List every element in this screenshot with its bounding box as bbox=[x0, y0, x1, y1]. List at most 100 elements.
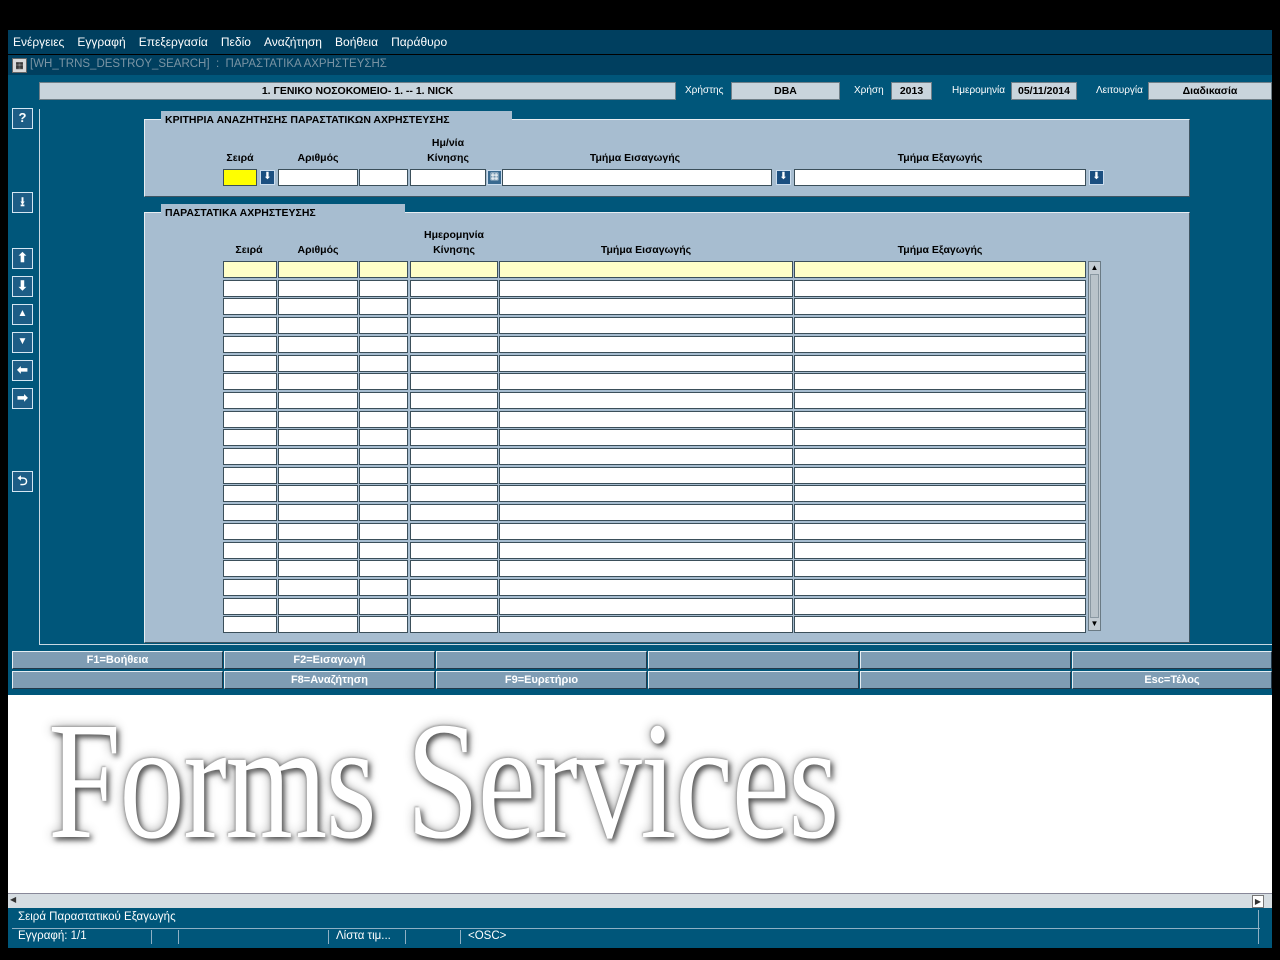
scroll-thumb[interactable] bbox=[1090, 274, 1099, 618]
row-export-dept-cell[interactable] bbox=[794, 279, 1086, 297]
row-import-dept-cell[interactable] bbox=[499, 335, 793, 353]
row-number-suffix-cell[interactable] bbox=[359, 335, 408, 353]
criteria-export-dept-input[interactable] bbox=[794, 169, 1086, 186]
row-number-suffix-cell[interactable] bbox=[359, 578, 408, 596]
row-date-cell[interactable] bbox=[410, 373, 498, 391]
row-number-cell[interactable] bbox=[278, 504, 358, 522]
row-number-cell[interactable] bbox=[278, 429, 358, 447]
help-button[interactable]: ? bbox=[12, 108, 33, 129]
scroll-up-icon[interactable]: ▲ bbox=[1090, 262, 1099, 274]
row-export-dept-cell[interactable] bbox=[794, 317, 1086, 335]
row-date-cell[interactable] bbox=[410, 466, 498, 484]
row-number-suffix-cell[interactable] bbox=[359, 373, 408, 391]
row-date-cell[interactable] bbox=[410, 279, 498, 297]
row-number-cell[interactable] bbox=[278, 354, 358, 372]
row-number-suffix-cell[interactable] bbox=[359, 541, 408, 559]
row-number-cell[interactable] bbox=[278, 410, 358, 428]
next-record-icon[interactable]: ▼ bbox=[12, 332, 33, 353]
menu-record[interactable]: Εγγραφή bbox=[77, 30, 125, 54]
row-number-cell[interactable] bbox=[278, 448, 358, 465]
row-series-cell[interactable] bbox=[223, 261, 277, 278]
row-export-dept-cell[interactable] bbox=[794, 448, 1086, 465]
row-series-cell[interactable] bbox=[223, 298, 277, 316]
row-export-dept-cell[interactable] bbox=[794, 354, 1086, 372]
row-date-cell[interactable] bbox=[410, 578, 498, 596]
criteria-number-input[interactable] bbox=[278, 169, 358, 186]
row-export-dept-cell[interactable] bbox=[794, 560, 1086, 578]
row-series-cell[interactable] bbox=[223, 504, 277, 522]
row-series-cell[interactable] bbox=[223, 335, 277, 353]
menu-edit[interactable]: Επεξεργασία bbox=[139, 30, 208, 54]
calendar-icon[interactable]: ▦ bbox=[487, 170, 502, 185]
row-number-suffix-cell[interactable] bbox=[359, 429, 408, 447]
row-number-cell[interactable] bbox=[278, 560, 358, 578]
row-number-cell[interactable] bbox=[278, 616, 358, 634]
export-dept-lov-icon[interactable]: ⬇ bbox=[1089, 170, 1104, 185]
row-number-cell[interactable] bbox=[278, 261, 358, 278]
row-export-dept-cell[interactable] bbox=[794, 298, 1086, 316]
row-import-dept-cell[interactable] bbox=[499, 391, 793, 409]
row-date-cell[interactable] bbox=[410, 560, 498, 578]
row-import-dept-cell[interactable] bbox=[499, 504, 793, 522]
row-number-suffix-cell[interactable] bbox=[359, 317, 408, 335]
row-export-dept-cell[interactable] bbox=[794, 504, 1086, 522]
fkey-f2-insert[interactable]: F2=Εισαγωγή bbox=[224, 651, 435, 669]
row-date-cell[interactable] bbox=[410, 616, 498, 634]
row-number-cell[interactable] bbox=[278, 578, 358, 596]
criteria-import-dept-input[interactable] bbox=[502, 169, 772, 186]
menu-actions[interactable]: Ενέργειες bbox=[13, 30, 64, 54]
row-export-dept-cell[interactable] bbox=[794, 373, 1086, 391]
row-number-cell[interactable] bbox=[278, 522, 358, 540]
row-number-suffix-cell[interactable] bbox=[359, 448, 408, 465]
row-date-cell[interactable] bbox=[410, 317, 498, 335]
row-series-cell[interactable] bbox=[223, 391, 277, 409]
row-number-cell[interactable] bbox=[278, 373, 358, 391]
row-number-suffix-cell[interactable] bbox=[359, 466, 408, 484]
criteria-date-input[interactable] bbox=[410, 169, 486, 186]
row-export-dept-cell[interactable] bbox=[794, 597, 1086, 615]
row-import-dept-cell[interactable] bbox=[499, 578, 793, 596]
row-import-dept-cell[interactable] bbox=[499, 448, 793, 465]
row-import-dept-cell[interactable] bbox=[499, 522, 793, 540]
row-number-suffix-cell[interactable] bbox=[359, 261, 408, 278]
menu-window[interactable]: Παράθυρο bbox=[391, 30, 447, 54]
row-date-cell[interactable] bbox=[410, 410, 498, 428]
row-number-suffix-cell[interactable] bbox=[359, 616, 408, 634]
row-number-suffix-cell[interactable] bbox=[359, 354, 408, 372]
row-number-cell[interactable] bbox=[278, 541, 358, 559]
row-series-cell[interactable] bbox=[223, 279, 277, 297]
row-import-dept-cell[interactable] bbox=[499, 616, 793, 634]
row-series-cell[interactable] bbox=[223, 560, 277, 578]
row-export-dept-cell[interactable] bbox=[794, 485, 1086, 503]
row-import-dept-cell[interactable] bbox=[499, 261, 793, 278]
row-date-cell[interactable] bbox=[410, 504, 498, 522]
row-date-cell[interactable] bbox=[410, 597, 498, 615]
horizontal-scrollbar[interactable]: ◀ ▶ bbox=[8, 893, 1272, 908]
row-series-cell[interactable] bbox=[223, 485, 277, 503]
row-export-dept-cell[interactable] bbox=[794, 410, 1086, 428]
scroll-down-icon[interactable]: ▼ bbox=[1090, 618, 1099, 630]
first-record-icon[interactable]: ⬆ bbox=[12, 248, 33, 269]
row-series-cell[interactable] bbox=[223, 522, 277, 540]
import-dept-lov-icon[interactable]: ⬇ bbox=[776, 170, 791, 185]
row-export-dept-cell[interactable] bbox=[794, 466, 1086, 484]
row-date-cell[interactable] bbox=[410, 485, 498, 503]
results-scrollbar[interactable]: ▲ ▼ bbox=[1088, 261, 1101, 631]
row-number-suffix-cell[interactable] bbox=[359, 522, 408, 540]
row-number-cell[interactable] bbox=[278, 335, 358, 353]
next-block-icon[interactable]: ➡ bbox=[12, 388, 33, 409]
exit-icon[interactable]: ⮌ bbox=[12, 471, 33, 492]
row-series-cell[interactable] bbox=[223, 616, 277, 634]
row-import-dept-cell[interactable] bbox=[499, 560, 793, 578]
row-date-cell[interactable] bbox=[410, 391, 498, 409]
row-export-dept-cell[interactable] bbox=[794, 429, 1086, 447]
row-number-suffix-cell[interactable] bbox=[359, 410, 408, 428]
menu-search[interactable]: Αναζήτηση bbox=[264, 30, 322, 54]
fkey-f1-help[interactable]: F1=Βοήθεια bbox=[12, 651, 223, 669]
row-series-cell[interactable] bbox=[223, 466, 277, 484]
row-date-cell[interactable] bbox=[410, 354, 498, 372]
row-series-cell[interactable] bbox=[223, 541, 277, 559]
row-number-suffix-cell[interactable] bbox=[359, 485, 408, 503]
row-import-dept-cell[interactable] bbox=[499, 410, 793, 428]
row-number-cell[interactable] bbox=[278, 597, 358, 615]
